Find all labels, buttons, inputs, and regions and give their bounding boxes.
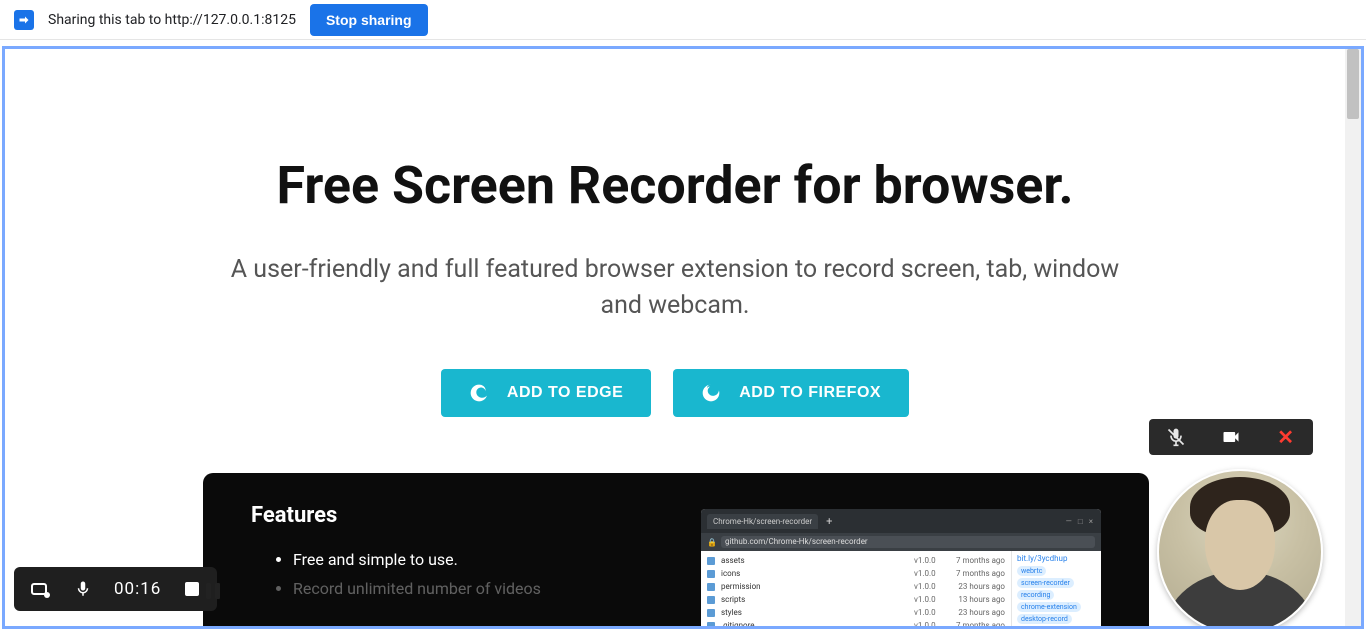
demo-file-row: scriptsv1.0.013 hours ago: [707, 593, 1005, 606]
recorder-timer: 00:16: [114, 579, 161, 599]
edge-button-label: ADD TO EDGE: [507, 384, 623, 402]
stop-sharing-button[interactable]: Stop sharing: [310, 4, 428, 36]
features-heading: Features: [251, 503, 681, 528]
recorder-pause-button[interactable]: [206, 583, 220, 599]
mute-mic-button[interactable]: [1160, 421, 1192, 453]
features-list: Free and simple to use. Record unlimited…: [251, 550, 681, 598]
demo-file-row: .gitignorev1.0.07 months ago: [707, 619, 1005, 629]
toggle-camera-button[interactable]: [1215, 421, 1247, 453]
cta-buttons: ADD TO EDGE ADD TO FIREFOX: [441, 369, 909, 417]
demo-topic-pill: webrtc: [1017, 566, 1046, 576]
sharing-bar: Sharing this tab to http://127.0.0.1:812…: [0, 0, 1366, 40]
sharing-status-text: Sharing this tab to http://127.0.0.1:812…: [48, 12, 296, 28]
demo-topic-pill: chrome-extension: [1017, 602, 1081, 612]
demo-tab: Chrome-Hk/screen-recorder: [707, 514, 818, 529]
lock-icon: 🔒: [707, 538, 717, 547]
demo-file-row: stylesv1.0.023 hours ago: [707, 606, 1005, 619]
page-title: Free Screen Recorder for browser.: [276, 155, 1073, 216]
demo-meta-row: Readme: [1017, 628, 1096, 629]
demo-screenshot: Chrome-Hk/screen-recorder + — □ × 🔒 gith…: [701, 509, 1101, 629]
demo-newtab-icon: +: [822, 515, 836, 528]
demo-file-row: assetsv1.0.07 months ago: [707, 554, 1005, 567]
webcam-preview[interactable]: [1157, 469, 1323, 629]
recorder-stop-button[interactable]: [179, 576, 205, 602]
page-subtitle: A user-friendly and full featured browse…: [225, 252, 1125, 325]
share-icon: [14, 10, 34, 30]
edge-icon: [469, 383, 489, 403]
demo-url: github.com/Chrome-Hk/screen-recorder: [721, 536, 1095, 548]
features-panel: Features Free and simple to use. Record …: [203, 473, 1149, 629]
demo-window-controls: — □ ×: [1066, 517, 1095, 526]
demo-topic-pill: recording: [1017, 590, 1054, 600]
demo-file-row: permissionv1.0.023 hours ago: [707, 580, 1005, 593]
close-webcam-button[interactable]: ✕: [1270, 421, 1302, 453]
feature-item: Record unlimited number of videos: [293, 579, 681, 598]
add-to-firefox-button[interactable]: ADD TO FIREFOX: [673, 369, 909, 417]
demo-side-link: bit.ly/3ycdhup: [1017, 554, 1096, 563]
demo-file-row: iconsv1.0.07 months ago: [707, 567, 1005, 580]
demo-topic-pill: screen-recorder: [1017, 578, 1074, 588]
feature-item: Free and simple to use.: [293, 550, 681, 569]
webcam-controls: ✕: [1149, 419, 1313, 455]
firefox-button-label: ADD TO FIREFOX: [739, 384, 881, 402]
add-to-edge-button[interactable]: ADD TO EDGE: [441, 369, 651, 417]
viewport: Free Screen Recorder for browser. A user…: [2, 46, 1364, 629]
recorder-bar: 00:16: [14, 567, 217, 611]
firefox-icon: [701, 383, 721, 403]
demo-topic-pill: desktop-record: [1017, 614, 1072, 624]
select-area-button[interactable]: [26, 576, 52, 602]
scrollbar[interactable]: [1345, 49, 1361, 626]
recorder-mic-button[interactable]: [70, 576, 96, 602]
